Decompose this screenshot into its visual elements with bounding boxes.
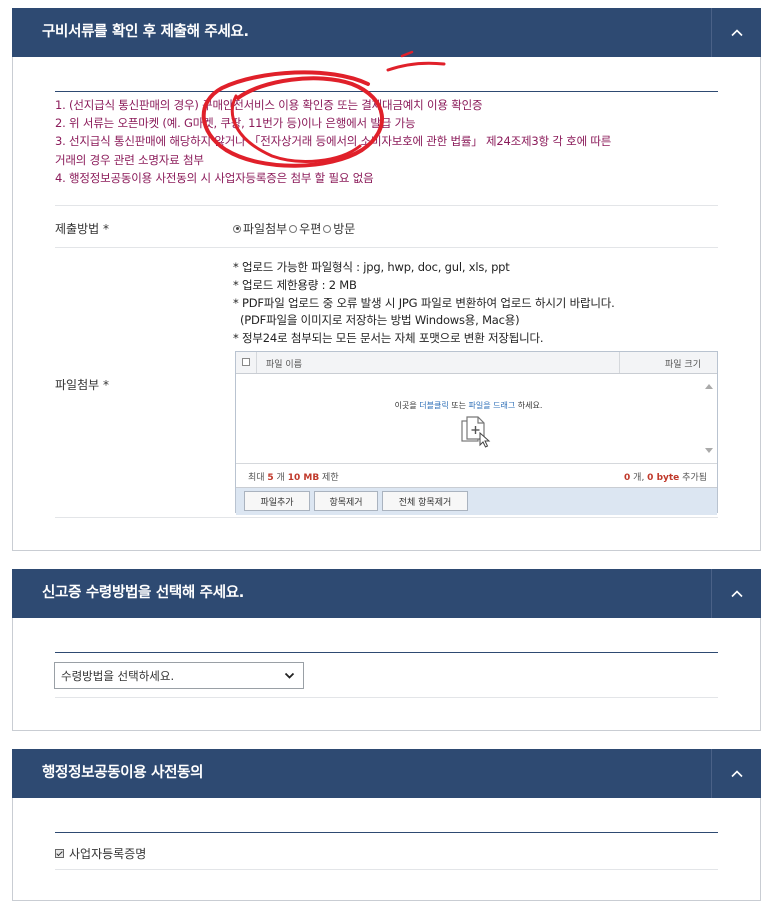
upload-guidelines: * 업로드 가능한 파일형식 : jpg, hwp, doc, gul, xls… — [233, 259, 615, 348]
notice-item: 1. (선지급식 통신판매의 경우) 구매안전서비스 이용 확인증 또는 결제대… — [55, 98, 483, 112]
business-registration-consent[interactable]: 사업자등록증명 — [55, 845, 146, 862]
chevron-up-icon — [730, 28, 743, 36]
radio-dot — [323, 224, 332, 233]
remove-all-button[interactable]: 전체 항목제거 — [382, 491, 468, 511]
section-divider — [55, 832, 718, 833]
row-divider — [55, 697, 718, 698]
chevron-up-icon — [730, 589, 743, 597]
file-attach-label: 파일첨부 * — [55, 378, 109, 392]
collapse-button[interactable] — [711, 8, 761, 57]
row-divider — [55, 517, 718, 518]
section-divider — [55, 91, 718, 92]
submit-method-label: 제출방법 * — [55, 222, 109, 236]
drop-instructions: 이곳을 더블클릭 또는 파일을 드래그 하세요. — [394, 401, 543, 410]
uploader-header: 파일 이름 파일 크기 — [236, 352, 717, 374]
receipt-panel-header: 신고증 수령방법을 선택해 주세요. — [12, 569, 761, 618]
documents-panel-title: 구비서류를 확인 후 제출해 주세요. — [42, 24, 249, 40]
consent-panel-title: 행정정보공동이용 사전동의 — [42, 765, 204, 781]
row-divider — [55, 869, 718, 870]
radio-label: 방문 — [333, 222, 356, 236]
add-file-button[interactable]: 파일추가 — [244, 491, 310, 511]
radio-visit[interactable]: 방문 — [321, 220, 355, 237]
notice-item: 2. 위 서류는 오픈마켓 (예. G마켓, 쿠팡, 11번가 등)이나 은행에… — [55, 116, 416, 131]
notice-item: 4. 행정정보공동이용 사전동의 시 사업자등록증은 첨부 할 필요 없음 — [55, 170, 374, 185]
upload-guideline: (PDF파일을 이미지로 저장하는 방법 Windows용, Mac용) — [240, 313, 520, 328]
receipt-method-select[interactable]: 수령방법을 선택하세요. — [54, 662, 304, 689]
radio-file-attach[interactable]: 파일첨부 — [233, 220, 287, 237]
chevron-down-icon — [284, 672, 295, 679]
upload-guideline: * 업로드 제한용량 : 2 MB — [233, 277, 357, 292]
radio-dot — [233, 224, 241, 233]
chevron-up-icon — [730, 769, 743, 777]
documents-panel-header: 구비서류를 확인 후 제출해 주세요. — [12, 8, 761, 57]
column-file-size: 파일 크기 — [665, 360, 701, 370]
collapse-button[interactable] — [711, 749, 761, 798]
remove-item-button[interactable]: 항목제거 — [314, 491, 378, 511]
checkbox[interactable] — [55, 849, 64, 858]
upload-guideline: * PDF파일 업로드 중 오류 발생 시 JPG 파일로 변환하여 업로드 하… — [233, 295, 615, 310]
uploader-status: 최대 5 개 10 MB 제한 0 개, 0 byte 추가됨 — [236, 463, 717, 487]
select-value: 수령방법을 선택하세요. — [61, 668, 175, 683]
uploader-scrollbar[interactable] — [701, 374, 717, 463]
collapse-button[interactable] — [711, 569, 761, 618]
file-drop-icon — [461, 416, 491, 448]
section-divider — [55, 652, 718, 653]
submit-method-radios: 파일첨부 우편 방문 — [233, 220, 355, 237]
uploader-buttons: 파일추가 항목제거 전체 항목제거 — [236, 487, 717, 515]
checkbox-label: 사업자등록증명 — [69, 847, 147, 861]
consent-panel-header: 행정정보공동이용 사전동의 — [12, 749, 761, 798]
radio-mail[interactable]: 우편 — [287, 220, 321, 237]
column-file-name: 파일 이름 — [266, 360, 302, 370]
radio-label: 우편 — [299, 222, 322, 236]
receipt-panel: 신고증 수령방법을 선택해 주세요. — [12, 569, 761, 731]
notice-list: 1. (선지급식 통신판매의 경우) 구매안전서비스 이용 확인증 또는 결제대… — [55, 96, 611, 187]
upload-added-text: 0 개, 0 byte 추가됨 — [624, 473, 707, 483]
notice-item: 3. 선지급식 통신판매에 해당하지 않거나 「전자상거래 등에서의 소비자보호… — [55, 134, 612, 149]
upload-guideline: * 정부24로 첨부되는 모든 문서는 자체 포맷으로 변환 저장됩니다. — [233, 331, 544, 346]
file-uploader: 파일 이름 파일 크기 이곳을 더블클릭 또는 파일을 드래그 하세요. 최대 … — [235, 351, 718, 515]
select-all-checkbox[interactable] — [242, 358, 250, 366]
consent-panel: 행정정보공동이용 사전동의 — [12, 749, 761, 901]
receipt-panel-title: 신고증 수령방법을 선택해 주세요. — [42, 585, 245, 601]
radio-dot — [289, 224, 298, 233]
row-divider — [55, 247, 718, 248]
upload-limit-text: 최대 5 개 10 MB 제한 — [248, 473, 339, 483]
file-drop-zone[interactable]: 이곳을 더블클릭 또는 파일을 드래그 하세요. — [236, 374, 717, 463]
notice-item: 거래의 경우 관련 소명자료 첨부 — [55, 152, 204, 167]
scroll-up-icon[interactable] — [705, 384, 713, 389]
radio-label: 파일첨부 — [243, 222, 288, 236]
scroll-down-icon[interactable] — [705, 448, 713, 453]
upload-guideline: * 업로드 가능한 파일형식 : jpg, hwp, doc, gul, xls… — [233, 260, 510, 274]
row-divider — [55, 205, 718, 206]
